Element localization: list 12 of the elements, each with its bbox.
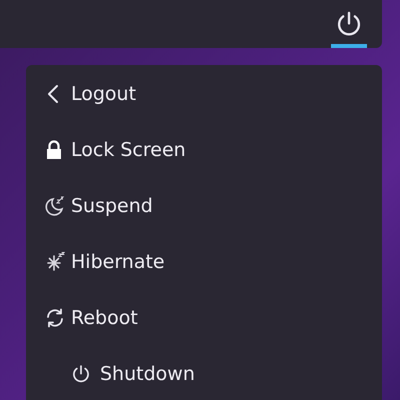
menu-item[interactable]: Suspend (71, 195, 153, 217)
power-icon (335, 10, 363, 38)
power-icon (71, 364, 91, 384)
menu-item[interactable]: Logout (71, 83, 136, 105)
lock-icon (45, 140, 63, 160)
menu-item[interactable]: Shutdown (100, 363, 195, 385)
menu-item[interactable]: Lock Screen (71, 139, 186, 161)
snowflake-icon (45, 252, 65, 272)
menu-item[interactable]: Hibernate (71, 251, 165, 273)
refresh-icon (45, 308, 65, 328)
menu-item[interactable]: Reboot (71, 307, 138, 329)
moon-icon (45, 196, 65, 216)
